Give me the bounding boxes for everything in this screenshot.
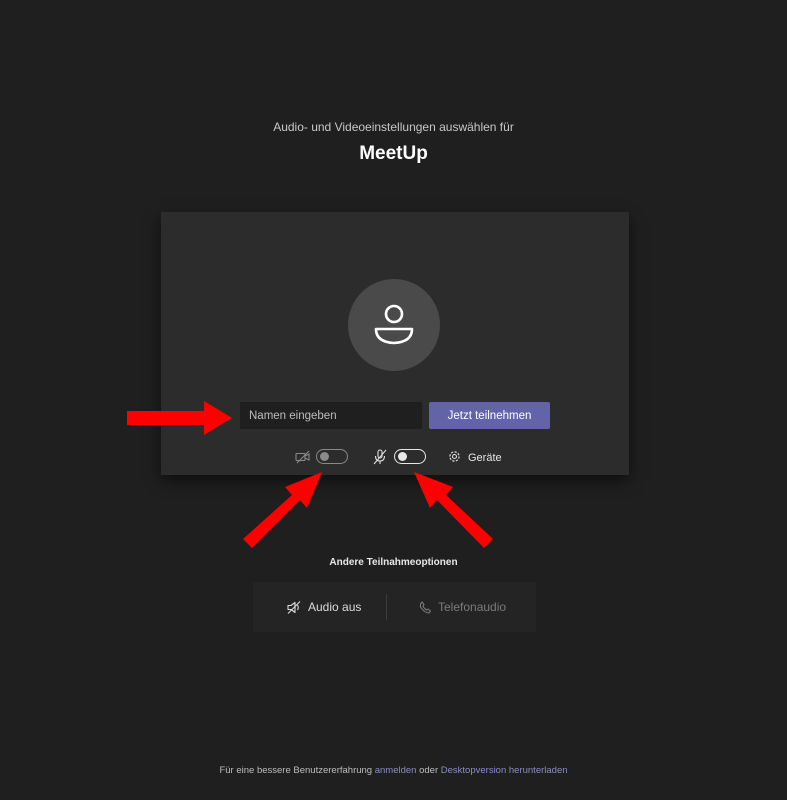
options-divider [386, 594, 387, 620]
footer-text-between: oder [419, 765, 439, 776]
footer-text-before: Für eine bessere Benutzererfahrung [219, 765, 373, 776]
devices-label[interactable]: Geräte [468, 452, 502, 464]
meeting-title: MeetUp [359, 143, 428, 164]
footer: Für eine bessere Benutzererfahrung anmel… [0, 765, 787, 776]
name-input[interactable] [240, 402, 422, 429]
arrow-to-mic-toggle [414, 472, 493, 548]
subtitle: Audio- und Videoeinstellungen auswählen … [273, 120, 514, 134]
download-desktop-link[interactable]: Desktopversion herunterladen [441, 765, 568, 776]
phone-audio-label: Telefonaudio [438, 600, 507, 614]
phone-icon [419, 600, 432, 614]
speaker-off-icon [287, 600, 301, 614]
gear-icon[interactable] [447, 449, 462, 464]
camera-toggle-knob [320, 452, 329, 461]
avatar [348, 279, 440, 371]
audio-off-option[interactable]: Audio aus [287, 582, 361, 632]
sign-in-link[interactable]: anmelden [375, 765, 417, 776]
camera-off-icon [295, 450, 310, 464]
phone-audio-option[interactable]: Telefonaudio [419, 582, 506, 632]
join-options-bar: Audio aus Telefonaudio [253, 582, 536, 632]
join-now-button[interactable]: Jetzt teilnehmen [429, 402, 550, 429]
user-icon [374, 304, 414, 345]
video-preview-card: Jetzt teilnehmen Geräte [161, 212, 629, 475]
mic-toggle-knob [398, 452, 407, 461]
mic-toggle[interactable] [394, 449, 426, 464]
audio-off-label: Audio aus [308, 600, 362, 614]
camera-toggle[interactable] [316, 449, 348, 464]
mic-off-icon [373, 449, 387, 465]
other-options-heading: Andere Teilnahmeoptionen [329, 557, 458, 568]
arrow-to-camera-toggle [243, 472, 322, 548]
